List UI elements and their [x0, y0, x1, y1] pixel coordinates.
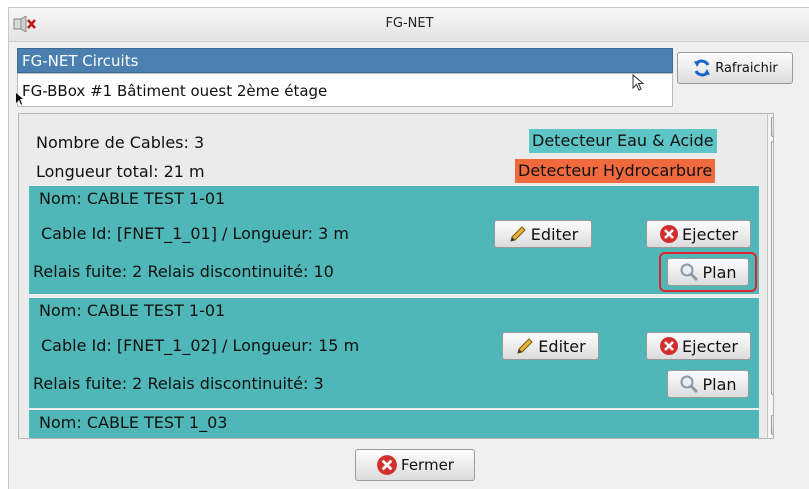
mouse-cursor-icon	[632, 74, 645, 91]
cable-id-length: Cable Id: [FNET_1_01] / Longueur: 3 m	[41, 224, 349, 243]
delete-x-icon	[660, 337, 679, 355]
scroll-up-button[interactable]: ▲	[771, 117, 773, 137]
edit-label: Editer	[530, 224, 579, 244]
scrollbar-thumb[interactable]	[771, 141, 773, 395]
magnifier-icon	[680, 375, 699, 394]
pencil-icon	[517, 338, 534, 354]
refresh-icon	[694, 59, 711, 77]
cable-count: Nombre de Cables: 3	[36, 133, 205, 152]
highlight-annotation	[659, 252, 757, 292]
delete-x-icon	[377, 455, 397, 475]
circuit-combo-item[interactable]: FG-BBox #1 Bâtiment ouest 2ème étage	[17, 73, 673, 107]
edit-label: Editer	[538, 336, 586, 356]
circuit-combo-selected[interactable]: FG-NET Circuits	[17, 48, 673, 73]
total-length: Longueur total: 21 m	[36, 162, 205, 181]
window-title: FG-NET	[385, 16, 434, 31]
cable-name: Nom: CABLE TEST 1-01	[39, 189, 226, 208]
pencil-icon	[510, 226, 526, 242]
pointer-icon	[16, 93, 23, 105]
plan-button[interactable]: Plan	[667, 370, 749, 398]
cable-name: Nom: CABLE TEST 1-01	[39, 301, 226, 320]
cable-relays: Relais fuite: 2 Relais discontinuité: 10	[33, 262, 334, 281]
cable-id-length: Cable Id: [FNET_1_02] / Longueur: 15 m	[41, 336, 360, 355]
delete-x-icon	[660, 225, 679, 243]
eject-label: Ejecter	[682, 336, 738, 356]
eject-button[interactable]: Ejecter	[646, 220, 751, 248]
close-label: Fermer	[401, 456, 454, 474]
close-button[interactable]: Fermer	[355, 449, 475, 481]
cable-relays: Relais fuite: 2 Relais discontinuité: 3	[33, 374, 324, 393]
edit-button[interactable]: Editer	[502, 332, 599, 360]
cable-card: Nom: CABLE TEST 1_03	[29, 410, 759, 438]
badge-water-acid: Detecteur Eau & Acide	[529, 129, 717, 153]
cable-list-pane[interactable]: Nombre de Cables: 3 Longueur total: 21 m…	[18, 113, 774, 439]
scroll-down-button[interactable]: ▼	[771, 415, 773, 435]
eject-button[interactable]: Ejecter	[646, 332, 751, 360]
cable-card: Nom: CABLE TEST 1-01 Cable Id: [FNET_1_0…	[29, 186, 759, 294]
refresh-button[interactable]: Rafraichir	[677, 52, 793, 84]
plan-label: Plan	[702, 374, 737, 394]
refresh-label: Rafraichir	[715, 60, 778, 76]
edit-button[interactable]: Editer	[494, 220, 592, 248]
title-bar: FG-NET	[9, 8, 809, 42]
cable-card: Nom: CABLE TEST 1-01 Cable Id: [FNET_1_0…	[29, 298, 759, 408]
cable-name: Nom: CABLE TEST 1_03	[39, 413, 228, 432]
vertical-scrollbar[interactable]: ▲ ▼	[767, 114, 773, 438]
eject-label: Ejecter	[682, 224, 738, 244]
badge-hydrocarbon: Detecteur Hydrocarbure	[515, 159, 716, 183]
